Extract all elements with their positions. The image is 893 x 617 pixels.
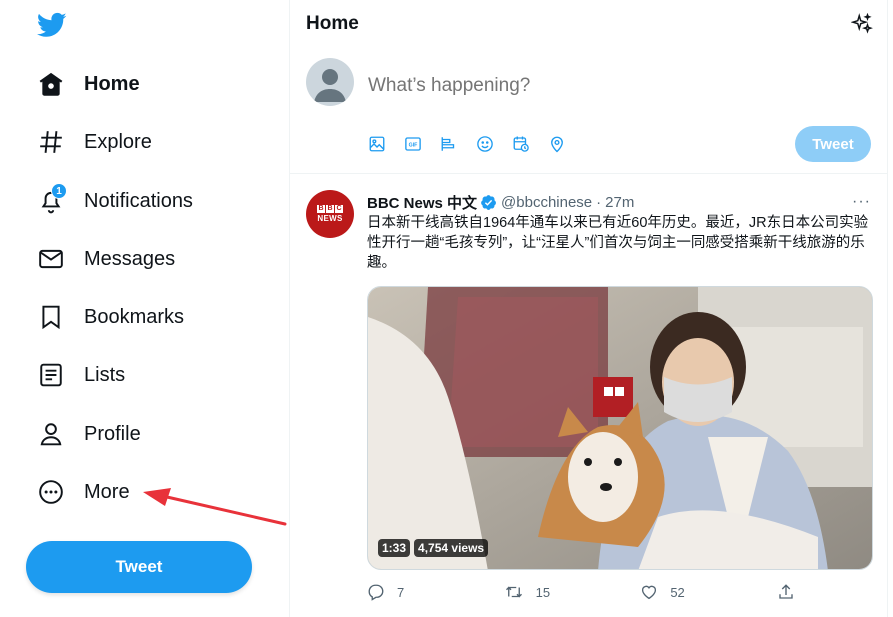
home-icon xyxy=(38,71,64,97)
video-thumbnail xyxy=(368,287,872,569)
tweet-card[interactable]: B B C NEWS BBC News 中文 @bbcchinese · 27m… xyxy=(290,175,887,617)
sidebar: Home Explore 1 Notifications Messages Bo… xyxy=(0,0,289,617)
poll-icon[interactable] xyxy=(440,134,476,154)
bookmark-icon xyxy=(38,304,64,330)
emoji-icon[interactable] xyxy=(476,134,512,154)
more-options-icon[interactable]: ··· xyxy=(852,193,871,211)
composer-toolbar: GIF xyxy=(368,134,584,154)
list-icon xyxy=(38,362,64,388)
retweet-icon xyxy=(505,586,522,598)
gif-icon[interactable]: GIF xyxy=(404,134,440,154)
author-name[interactable]: BBC News 中文 xyxy=(367,192,477,213)
sparkle-icon[interactable] xyxy=(851,13,873,35)
bbc-logo-word: NEWS xyxy=(317,214,343,223)
nav-notifications-label: Notifications xyxy=(84,189,193,212)
image-icon[interactable] xyxy=(368,134,404,154)
share-icon xyxy=(779,584,793,599)
more-circle-icon xyxy=(38,479,64,505)
nav-home[interactable]: Home xyxy=(26,59,152,109)
compose-tweet-button[interactable]: Tweet xyxy=(795,126,871,162)
tweet-timestamp[interactable]: 27m xyxy=(605,194,634,211)
avatar[interactable]: B B C NEWS xyxy=(306,190,354,238)
share-button[interactable] xyxy=(777,583,797,601)
video-info: 1:33 4,754 views xyxy=(378,539,489,557)
nav-home-label: Home xyxy=(84,72,140,95)
bbc-logo-letter: B xyxy=(326,205,334,213)
tweet-composer: GIF Tweet xyxy=(290,50,887,174)
nav-messages[interactable]: Messages xyxy=(26,234,187,284)
reply-count: 7 xyxy=(397,584,405,600)
nav-profile[interactable]: Profile xyxy=(26,409,153,459)
like-count: 52 xyxy=(670,584,685,600)
separator-dot: · xyxy=(596,194,602,211)
tweet-header: BBC News 中文 @bbcchinese · 27m xyxy=(367,192,634,213)
main-timeline: Home GIF xyxy=(289,0,888,617)
nav-profile-label: Profile xyxy=(84,422,141,445)
nav-lists[interactable]: Lists xyxy=(26,350,137,400)
tweet-actions: 7 15 52 xyxy=(367,583,797,601)
nav-lists-label: Lists xyxy=(84,363,126,386)
nav-explore[interactable]: Explore xyxy=(26,117,164,167)
nav-more-label: More xyxy=(84,480,130,503)
sidebar-tweet-button[interactable]: Tweet xyxy=(26,541,252,593)
location-icon[interactable] xyxy=(548,134,584,154)
page-title: Home xyxy=(306,13,359,34)
hashtag-icon xyxy=(38,129,64,155)
verified-icon xyxy=(481,195,496,210)
bbc-logo: B B C xyxy=(317,205,343,213)
reply-icon xyxy=(368,584,384,601)
nav-explore-label: Explore xyxy=(84,130,152,153)
notification-badge: 1 xyxy=(51,183,67,199)
heart-icon xyxy=(642,585,657,600)
nav-bookmarks-label: Bookmarks xyxy=(84,305,185,328)
bbc-logo-letter: C xyxy=(335,205,343,213)
svg-text:GIF: GIF xyxy=(409,142,419,148)
timeline-header: Home xyxy=(290,0,887,50)
nav-bookmarks[interactable]: Bookmarks xyxy=(26,292,196,342)
schedule-icon[interactable] xyxy=(512,134,548,154)
nav-notifications[interactable]: 1 Notifications xyxy=(26,176,205,226)
reply-button[interactable]: 7 xyxy=(367,583,477,601)
envelope-icon xyxy=(38,246,64,272)
retweet-count: 15 xyxy=(535,584,551,600)
bell-icon: 1 xyxy=(38,183,67,214)
compose-input[interactable] xyxy=(368,75,768,97)
video-views: 4,754 views xyxy=(414,539,489,557)
twitter-bird-icon[interactable] xyxy=(36,10,68,40)
person-icon xyxy=(38,421,64,447)
nav-messages-label: Messages xyxy=(84,247,176,270)
avatar[interactable] xyxy=(306,58,354,106)
nav-more[interactable]: More xyxy=(26,467,142,517)
retweet-button[interactable]: 15 xyxy=(504,583,614,601)
tweet-video[interactable]: 1:33 4,754 views xyxy=(367,286,873,570)
like-button[interactable]: 52 xyxy=(640,583,750,601)
author-handle[interactable]: @bbcchinese xyxy=(501,194,592,211)
tweet-text: 日本新干线高铁自1964年通车以来已有近60年历史。最近，JR东日本公司实验性开… xyxy=(367,215,869,271)
bbc-logo-letter: B xyxy=(317,205,325,213)
video-duration: 1:33 xyxy=(378,539,411,557)
